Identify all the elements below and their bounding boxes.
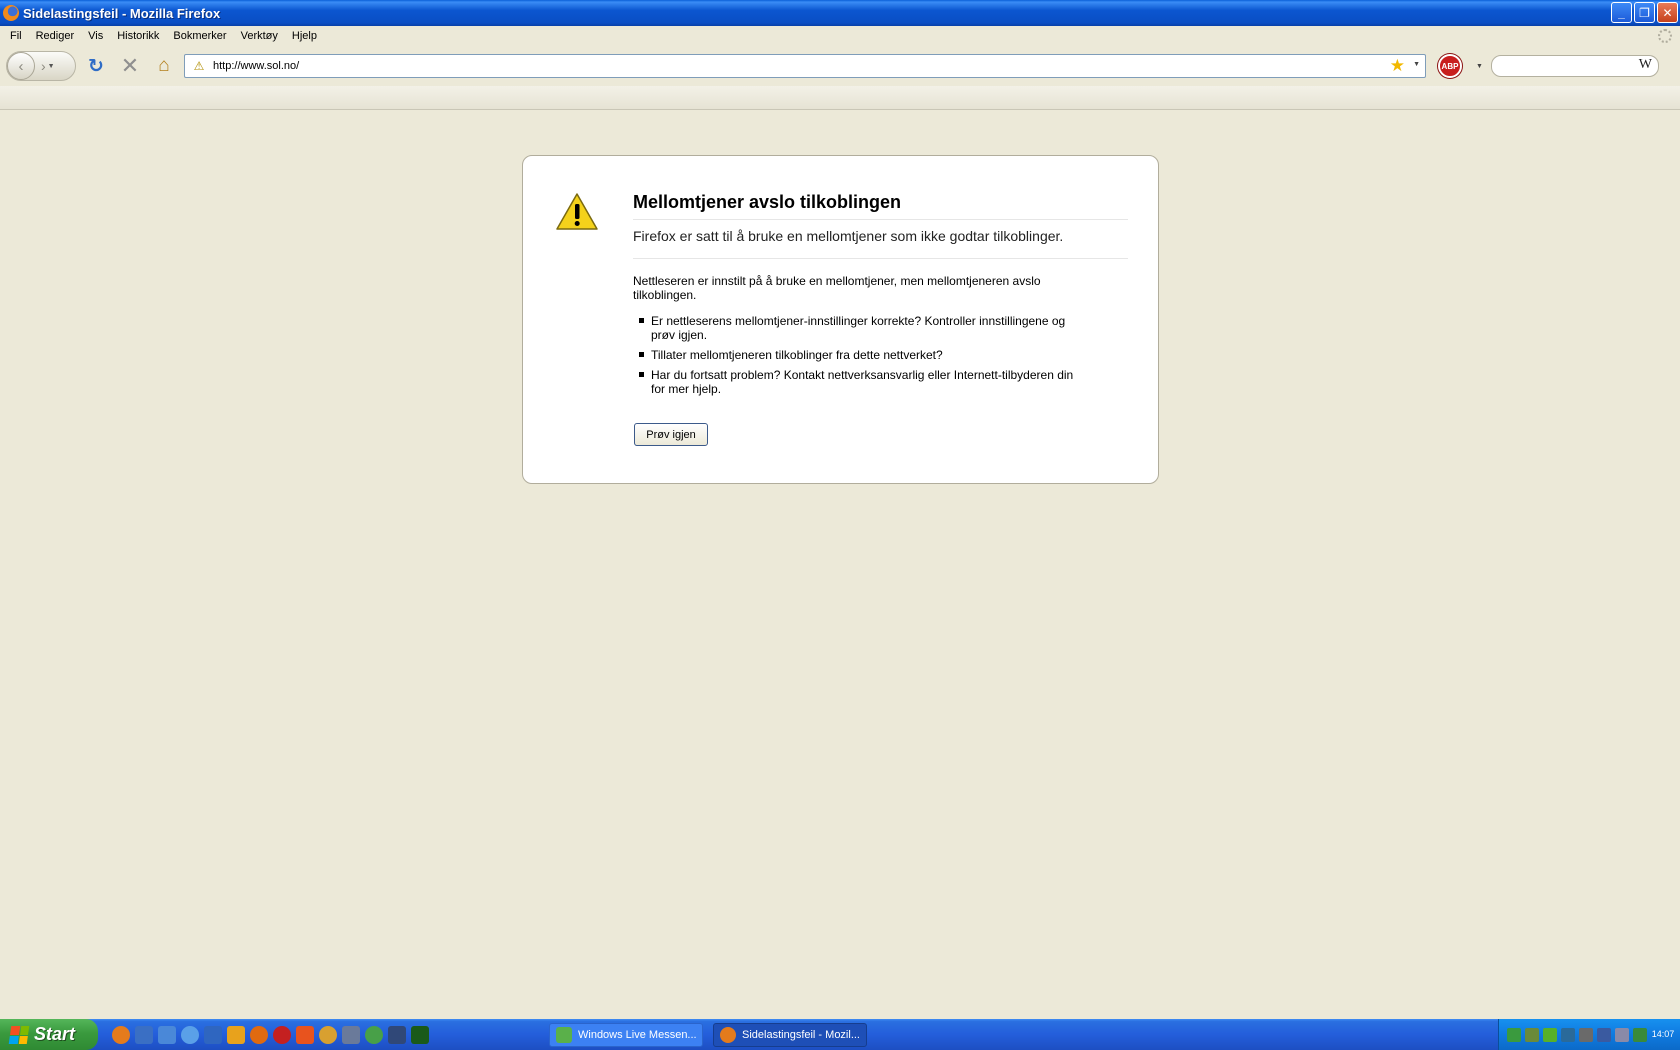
outlook-icon[interactable] [135, 1025, 153, 1044]
nvidia-icon[interactable] [1543, 1027, 1557, 1042]
warning-icon [556, 193, 598, 230]
back-forward-group: ‹ › ▼ [6, 51, 76, 81]
error-short-description: Firefox er satt til å bruke en mellomtje… [633, 228, 1128, 259]
url-text[interactable]: http://www.sol.no/ [213, 60, 299, 72]
info-icon[interactable] [250, 1025, 268, 1044]
app-icon[interactable] [181, 1025, 199, 1044]
app-icon[interactable] [273, 1025, 291, 1044]
app-icon[interactable] [365, 1025, 383, 1044]
firefox-icon [3, 5, 19, 21]
try-again-button[interactable]: Prøv igjen [634, 423, 708, 446]
history-dropdown-icon[interactable]: ▼ [48, 63, 55, 70]
list-item: Er nettleserens mellomtjener-innstilling… [633, 314, 1083, 342]
task-label: Sidelastingsfeil - Mozil... [742, 1029, 860, 1041]
app-icon[interactable] [319, 1025, 337, 1044]
window-controls: _ ❐ ✕ [1611, 2, 1678, 23]
utorrent-icon[interactable] [1507, 1027, 1521, 1042]
app-icon[interactable] [1597, 1027, 1611, 1042]
app-icon[interactable] [158, 1025, 176, 1044]
reload-icon[interactable]: ↻ [82, 52, 110, 80]
home-icon[interactable]: ⌂ [150, 52, 178, 80]
app-icon[interactable] [1561, 1027, 1575, 1042]
error-title: Mellomtjener avslo tilkoblingen [633, 192, 1128, 220]
task-messenger[interactable]: Windows Live Messen... [549, 1023, 703, 1047]
firefox-icon [720, 1027, 736, 1043]
restore-button[interactable]: ❐ [1634, 2, 1655, 23]
navigation-toolbar: ‹ › ▼ ↻ ✕ ⌂ ⚠ http://www.sol.no/ ★ ▼ ABP… [0, 46, 1680, 86]
start-label: Start [34, 1024, 76, 1044]
adblock-plus-icon[interactable]: ABP [1438, 54, 1462, 78]
messenger-icon[interactable] [1525, 1027, 1539, 1042]
error-suggestions-list: Er nettleserens mellomtjener-innstilling… [633, 314, 1083, 402]
menu-bookmarks[interactable]: Bokmerker [166, 30, 233, 42]
bookmarks-toolbar [0, 86, 1680, 110]
page-content: Mellomtjener avslo tilkoblingen Firefox … [0, 111, 1680, 1019]
error-long-description: Nettleseren er innstilt på å bruke en me… [633, 274, 1041, 302]
system-tray: 14:07 [1498, 1019, 1680, 1050]
window-title: Sidelastingsfeil - Mozilla Firefox [23, 5, 221, 21]
media-icon[interactable] [204, 1025, 222, 1044]
stop-icon[interactable]: ✕ [116, 52, 144, 80]
title-bar: Sidelastingsfeil - Mozilla Firefox _ ❐ ✕ [0, 0, 1680, 26]
adblock-dropdown-icon[interactable]: ▼ [1476, 63, 1483, 70]
task-firefox[interactable]: Sidelastingsfeil - Mozil... [713, 1023, 867, 1047]
menu-file[interactable]: Fil [3, 30, 29, 42]
app-icon[interactable] [411, 1025, 429, 1044]
menu-history[interactable]: Historikk [110, 30, 166, 42]
task-label: Windows Live Messen... [578, 1029, 697, 1041]
app-icon[interactable] [388, 1025, 406, 1044]
url-bar[interactable]: ⚠ http://www.sol.no/ ★ ▼ [184, 54, 1426, 78]
bookmark-star-icon[interactable]: ★ [1390, 56, 1405, 76]
search-engine-icon[interactable]: W [1639, 57, 1652, 73]
quick-launch [112, 1025, 429, 1044]
back-icon[interactable]: ‹ [7, 52, 35, 80]
forward-icon[interactable]: › [41, 58, 46, 74]
search-input[interactable]: W [1490, 55, 1659, 77]
network-icon[interactable] [1633, 1027, 1647, 1042]
throbber-icon [1658, 29, 1672, 43]
windows-logo-icon [8, 1025, 30, 1044]
clock: 14:07 [1651, 1029, 1675, 1039]
menu-tools[interactable]: Verktøy [234, 30, 285, 42]
menu-edit[interactable]: Rediger [29, 30, 82, 42]
menu-bar: Fil Rediger Vis Historikk Bokmerker Verk… [0, 26, 1680, 46]
menu-view[interactable]: Vis [81, 30, 110, 42]
app-icon[interactable] [1579, 1027, 1593, 1042]
app-icon[interactable] [296, 1025, 314, 1044]
minimize-button[interactable]: _ [1611, 2, 1632, 23]
close-button[interactable]: ✕ [1657, 2, 1678, 23]
start-button[interactable]: Start [0, 1019, 98, 1050]
error-page-container: Mellomtjener avslo tilkoblingen Firefox … [522, 155, 1159, 484]
app-icon[interactable] [342, 1025, 360, 1044]
firefox-icon[interactable] [112, 1025, 130, 1044]
messenger-icon [556, 1027, 572, 1043]
list-item: Tillater mellomtjeneren tilkoblinger fra… [633, 348, 1083, 362]
lightning-icon[interactable] [227, 1025, 245, 1044]
list-item: Har du fortsatt problem? Kontakt nettver… [633, 368, 1083, 396]
taskbar: Start Windows Live Messen... Sidelasting… [0, 1019, 1680, 1050]
url-dropdown-icon[interactable]: ▼ [1413, 61, 1420, 68]
volume-icon[interactable] [1615, 1027, 1629, 1042]
warning-icon: ⚠ [193, 59, 205, 73]
menu-help[interactable]: Hjelp [285, 30, 324, 42]
